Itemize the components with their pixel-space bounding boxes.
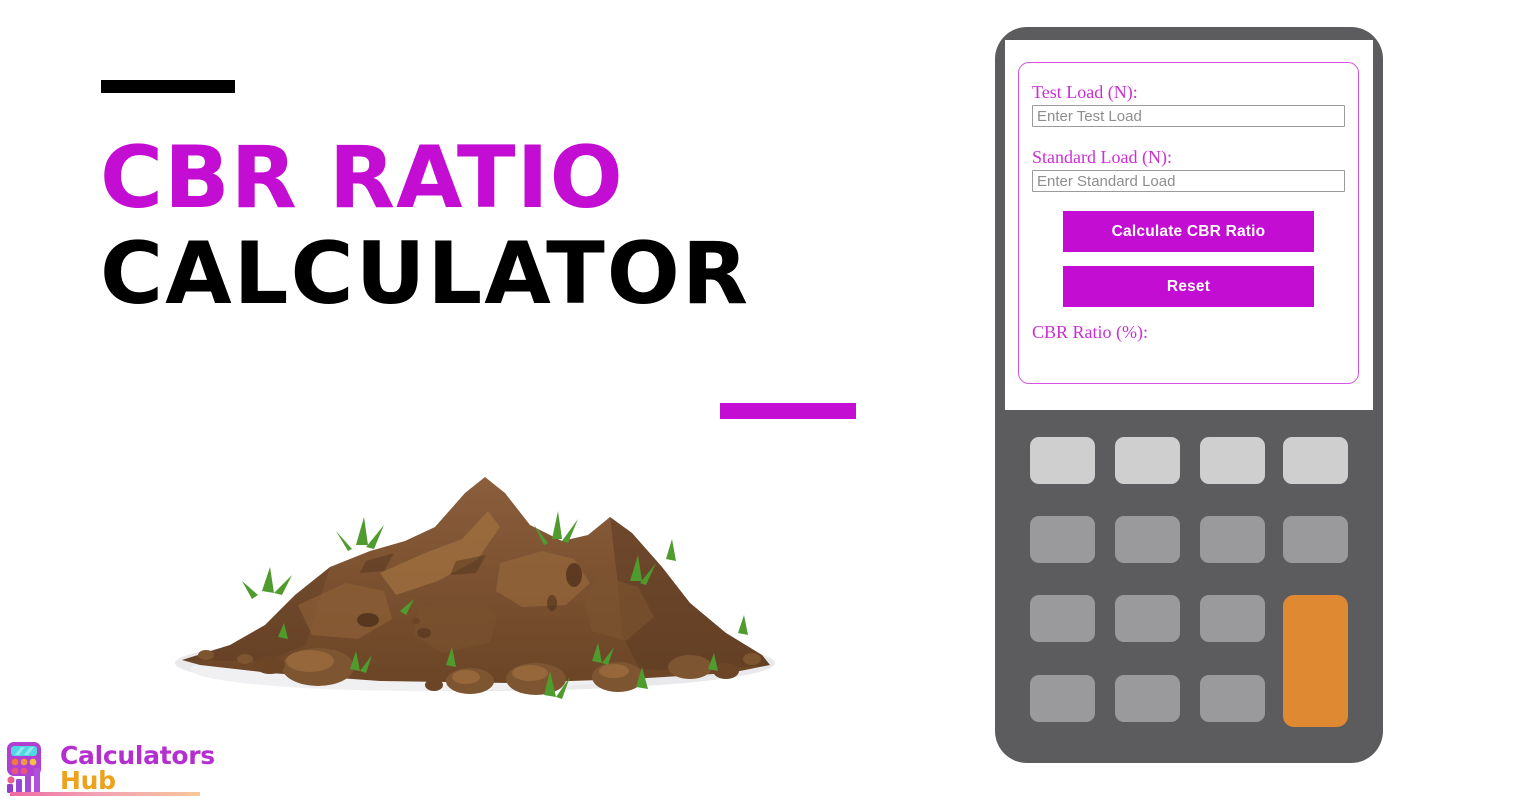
reset-button[interactable]: Reset bbox=[1063, 266, 1314, 307]
keypad-key[interactable] bbox=[1200, 437, 1265, 484]
keypad-key[interactable] bbox=[1115, 516, 1180, 563]
calculator-keypad bbox=[1030, 437, 1348, 727]
keypad-key[interactable] bbox=[1283, 516, 1348, 563]
keypad-key[interactable] bbox=[1200, 595, 1265, 642]
keypad-key[interactable] bbox=[1283, 437, 1348, 484]
keypad-key[interactable] bbox=[1200, 516, 1265, 563]
keypad-key[interactable] bbox=[1200, 675, 1265, 722]
logo-word-calculators: Calculators bbox=[60, 741, 215, 770]
keypad-key[interactable] bbox=[1115, 437, 1180, 484]
page-title: CBR RATIO CALCULATOR bbox=[100, 130, 900, 322]
keypad-key[interactable] bbox=[1115, 595, 1180, 642]
keypad-key[interactable] bbox=[1030, 437, 1095, 484]
hero-panel: CBR RATIO CALCULATOR Calculators Hub bbox=[0, 0, 960, 800]
cbr-ratio-result-label: CBR Ratio (%): bbox=[1032, 322, 1148, 342]
title-line-secondary: CALCULATOR bbox=[100, 224, 751, 324]
calculate-cbr-ratio-button[interactable]: Calculate CBR Ratio bbox=[1063, 211, 1314, 252]
brand-logo[interactable]: Calculators Hub bbox=[4, 738, 215, 798]
accent-bar-top bbox=[101, 80, 235, 93]
cbr-ratio-form: Test Load (N): Standard Load (N): Calcul… bbox=[1018, 62, 1359, 384]
keypad-key[interactable] bbox=[1115, 675, 1180, 722]
calculator-bar-chart-icon bbox=[7, 742, 41, 793]
keypad-key[interactable] bbox=[1030, 675, 1095, 722]
keypad-accent-key[interactable] bbox=[1283, 595, 1348, 727]
test-load-input[interactable] bbox=[1032, 105, 1345, 127]
soil-pile-illustration bbox=[175, 477, 775, 699]
standard-load-label: Standard Load (N): bbox=[1032, 147, 1172, 167]
title-line-primary: CBR RATIO bbox=[100, 128, 624, 228]
logo-word-hub: Hub bbox=[60, 766, 116, 795]
keypad-key[interactable] bbox=[1030, 595, 1095, 642]
standard-load-input[interactable] bbox=[1032, 170, 1345, 192]
accent-bar-bottom bbox=[720, 403, 856, 419]
test-load-label: Test Load (N): bbox=[1032, 82, 1138, 102]
keypad-key[interactable] bbox=[1030, 516, 1095, 563]
logo-underline bbox=[10, 792, 200, 796]
